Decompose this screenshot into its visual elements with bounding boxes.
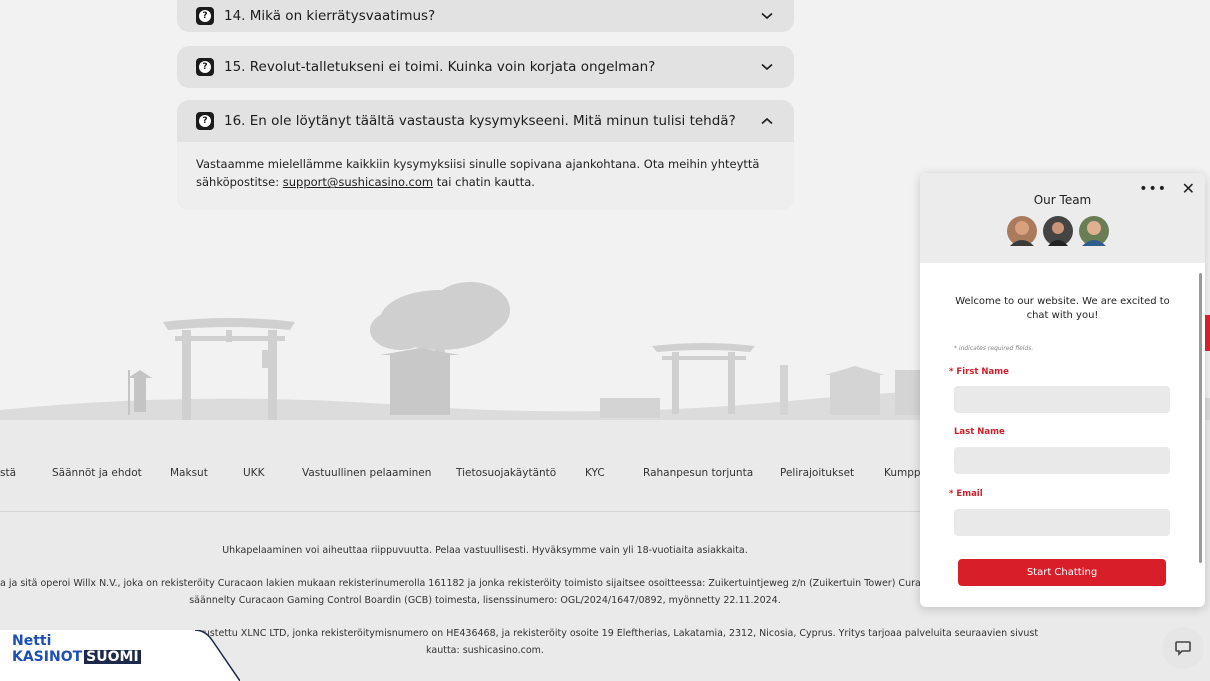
chevron-down-icon[interactable] — [760, 60, 774, 74]
footer-link-privacy[interactable]: Tietosuojakäytäntö — [456, 467, 556, 479]
faq-question: 14. Mikä on kierrätysvaatimus? — [224, 8, 436, 24]
question-icon: ? — [196, 112, 214, 130]
email-field[interactable] — [954, 509, 1170, 536]
faq-question: 15. Revolut-talletukseni ei toimi. Kuink… — [224, 59, 656, 75]
last-name-label: Last Name — [954, 427, 1005, 437]
footer-link-responsible-gaming[interactable]: Vastuullinen pelaaminen — [302, 467, 431, 479]
chat-bubble-icon[interactable] — [1162, 627, 1204, 669]
faq-answer: Vastaamme mielellämme kaikkiin kysymyksi… — [177, 142, 794, 210]
faq-question: 16. En ole löytänyt täältä vastausta kys… — [224, 113, 736, 129]
logo-line2: KASINOT — [12, 649, 83, 665]
footer-link-kyc[interactable]: KYC — [585, 467, 605, 479]
team-avatars — [1007, 216, 1109, 246]
license-text-line1: a ja sitä operoi Willx N.V., joka on rek… — [0, 578, 930, 589]
footer-link-partners[interactable]: Kumpp — [884, 467, 921, 479]
footer-nav: stä Säännöt ja ehdot Maksut UKK Vastuull… — [0, 467, 930, 481]
email-label: * Email — [949, 489, 983, 499]
chevron-up-icon[interactable] — [760, 114, 774, 128]
avatar — [1007, 216, 1037, 246]
chat-widget: Our Team ••• ✕ Welcome to our website. W… — [920, 173, 1205, 607]
footer-link-faq[interactable]: UKK — [243, 467, 264, 479]
logo-line3: SUOMI — [84, 649, 141, 665]
more-dots-icon[interactable]: ••• — [1139, 181, 1167, 197]
footer-link-payments[interactable]: Maksut — [170, 467, 208, 479]
footer-link-terms[interactable]: Säännöt ja ehdot — [52, 467, 142, 479]
avatar — [1079, 216, 1109, 246]
side-tab[interactable] — [1205, 315, 1210, 351]
faq-item-14[interactable]: ? 14. Mikä on kierrätysvaatimus? — [177, 0, 794, 32]
faq-answer-suffix: tai chatin kautta. — [433, 175, 535, 190]
required-note: * indicates required fields. — [954, 345, 1034, 352]
faq-answer-line2: sähköpostitse: support@sushicasino.com t… — [196, 173, 774, 191]
footer-divider — [0, 511, 930, 512]
chat-header: Our Team ••• ✕ — [920, 173, 1205, 263]
logo-line1: Netti — [12, 633, 52, 649]
chat-scrollbar[interactable] — [1199, 273, 1202, 563]
footer-link-limits[interactable]: Pelirajoitukset — [780, 467, 854, 479]
avatar — [1043, 216, 1073, 246]
chat-welcome-message: Welcome to our website. We are excited t… — [955, 296, 1170, 321]
start-chatting-button[interactable]: Start Chatting — [958, 559, 1166, 586]
license-text-line2: säännelty Curacaon Gaming Control Boardi… — [189, 595, 781, 606]
chevron-down-icon[interactable] — [760, 9, 774, 23]
company-text-line1: perustettu XLNC LTD, jonka rekisteröitym… — [188, 628, 1038, 639]
faq-answer-prefix: sähköpostitse: — [196, 175, 283, 190]
footer-link-about[interactable]: stä — [0, 467, 16, 479]
faq-item-15[interactable]: ? 15. Revolut-talletukseni ei toimi. Kui… — [177, 46, 794, 88]
nettikasinot-suomi-logo[interactable]: Netti KASINOT SUOMI — [0, 629, 241, 681]
last-name-field[interactable] — [954, 447, 1170, 474]
support-email-link[interactable]: support@sushicasino.com — [283, 175, 433, 189]
question-icon: ? — [196, 7, 214, 25]
gambling-notice: Uhkapelaaminen voi aiheuttaa riippuvuutt… — [222, 545, 748, 556]
first-name-label: * First Name — [949, 367, 1009, 377]
first-name-field[interactable] — [954, 386, 1170, 413]
close-icon[interactable]: ✕ — [1182, 179, 1195, 198]
faq-answer-line1: Vastaamme mielellämme kaikkiin kysymyksi… — [196, 157, 760, 171]
question-icon: ? — [196, 58, 214, 76]
footer-link-aml[interactable]: Rahanpesun torjunta — [643, 467, 753, 479]
faq-item-16[interactable]: ? 16. En ole löytänyt täältä vastausta k… — [177, 100, 794, 210]
company-text-line2: kautta: sushicasino.com. — [426, 645, 544, 656]
